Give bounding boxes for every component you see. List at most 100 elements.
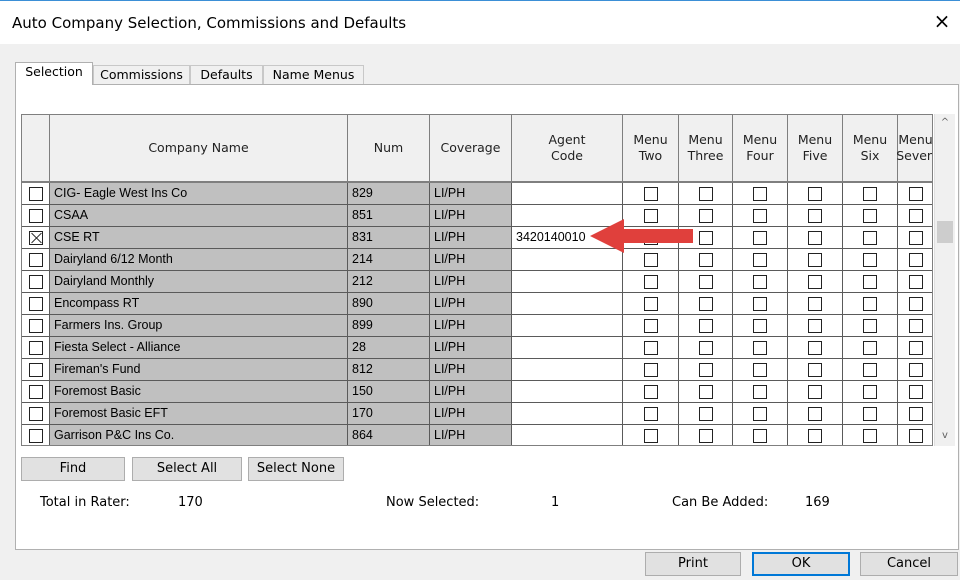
menu-cell[interactable] xyxy=(788,227,843,249)
select-cell[interactable] xyxy=(22,227,50,249)
menu-cell[interactable] xyxy=(898,293,932,315)
menu-cell[interactable] xyxy=(843,381,898,403)
menu-checkbox[interactable] xyxy=(753,429,767,443)
menu-checkbox[interactable] xyxy=(699,341,713,355)
menu-checkbox[interactable] xyxy=(909,297,923,311)
menu-cell[interactable] xyxy=(623,249,679,271)
select-cell[interactable] xyxy=(22,183,50,205)
select-all-button[interactable]: Select All xyxy=(132,457,242,481)
agent-code-cell[interactable] xyxy=(512,403,623,425)
table-row[interactable]: Encompass RT 890 LI/PH xyxy=(22,293,932,315)
menu-cell[interactable] xyxy=(679,359,733,381)
menu-cell[interactable] xyxy=(623,403,679,425)
agent-code-cell[interactable] xyxy=(512,381,623,403)
menu-checkbox[interactable] xyxy=(753,297,767,311)
select-none-button[interactable]: Select None xyxy=(248,457,344,481)
menu-checkbox[interactable] xyxy=(863,187,877,201)
select-checkbox[interactable] xyxy=(29,363,43,377)
cancel-button[interactable]: Cancel xyxy=(860,552,958,576)
menu-cell[interactable] xyxy=(898,381,932,403)
menu-checkbox[interactable] xyxy=(909,253,923,267)
menu-checkbox[interactable] xyxy=(808,231,822,245)
menu-cell[interactable] xyxy=(788,205,843,227)
menu-checkbox[interactable] xyxy=(699,275,713,289)
agent-code-cell[interactable] xyxy=(512,293,623,315)
menu-checkbox[interactable] xyxy=(753,385,767,399)
menu-checkbox[interactable] xyxy=(753,231,767,245)
menu-cell[interactable] xyxy=(788,183,843,205)
select-cell[interactable] xyxy=(22,205,50,227)
select-cell[interactable] xyxy=(22,315,50,337)
menu-checkbox[interactable] xyxy=(863,363,877,377)
menu-cell[interactable] xyxy=(623,227,679,249)
menu-checkbox[interactable] xyxy=(909,187,923,201)
menu-checkbox[interactable] xyxy=(808,319,822,333)
select-checkbox[interactable] xyxy=(29,187,43,201)
table-row[interactable]: CSE RT 831 LI/PH 3420140010 xyxy=(22,227,932,249)
select-cell[interactable] xyxy=(22,359,50,381)
agent-code-cell[interactable]: 3420140010 xyxy=(512,227,623,249)
menu-checkbox[interactable] xyxy=(644,407,658,421)
tab-selection[interactable]: Selection xyxy=(15,62,93,85)
select-checkbox[interactable] xyxy=(29,231,43,245)
tab-commissions[interactable]: Commissions xyxy=(93,65,190,84)
menu-cell[interactable] xyxy=(679,403,733,425)
agent-code-cell[interactable] xyxy=(512,425,623,445)
menu-checkbox[interactable] xyxy=(808,407,822,421)
menu-checkbox[interactable] xyxy=(699,187,713,201)
menu-checkbox[interactable] xyxy=(753,341,767,355)
menu-cell[interactable] xyxy=(788,337,843,359)
menu-cell[interactable] xyxy=(623,359,679,381)
menu-checkbox[interactable] xyxy=(753,187,767,201)
menu-cell[interactable] xyxy=(843,227,898,249)
menu-cell[interactable] xyxy=(733,337,788,359)
menu-cell[interactable] xyxy=(623,293,679,315)
tab-defaults[interactable]: Defaults xyxy=(190,65,263,84)
menu-cell[interactable] xyxy=(733,425,788,445)
menu-checkbox[interactable] xyxy=(909,363,923,377)
menu-cell[interactable] xyxy=(679,293,733,315)
agent-code-cell[interactable] xyxy=(512,359,623,381)
menu-cell[interactable] xyxy=(788,359,843,381)
menu-cell[interactable] xyxy=(843,337,898,359)
menu-cell[interactable] xyxy=(788,381,843,403)
table-row[interactable]: Fiesta Select - Alliance 28 LI/PH xyxy=(22,337,932,359)
menu-checkbox[interactable] xyxy=(644,341,658,355)
menu-checkbox[interactable] xyxy=(644,363,658,377)
menu-checkbox[interactable] xyxy=(863,407,877,421)
agent-code-cell[interactable] xyxy=(512,337,623,359)
menu-checkbox[interactable] xyxy=(808,385,822,399)
menu-cell[interactable] xyxy=(788,249,843,271)
header-menu-four[interactable]: Menu Four xyxy=(733,115,788,183)
header-menu-six[interactable]: Menu Six xyxy=(843,115,898,183)
agent-code-cell[interactable] xyxy=(512,315,623,337)
menu-checkbox[interactable] xyxy=(863,231,877,245)
menu-cell[interactable] xyxy=(898,425,932,445)
menu-checkbox[interactable] xyxy=(753,209,767,223)
menu-cell[interactable] xyxy=(843,249,898,271)
menu-checkbox[interactable] xyxy=(808,297,822,311)
select-cell[interactable] xyxy=(22,249,50,271)
menu-checkbox[interactable] xyxy=(863,319,877,333)
menu-cell[interactable] xyxy=(679,271,733,293)
menu-checkbox[interactable] xyxy=(863,297,877,311)
menu-checkbox[interactable] xyxy=(863,341,877,355)
vertical-scrollbar[interactable]: ^ v xyxy=(934,114,955,446)
menu-checkbox[interactable] xyxy=(909,341,923,355)
menu-checkbox[interactable] xyxy=(909,231,923,245)
header-menu-two[interactable]: Menu Two xyxy=(623,115,679,183)
menu-checkbox[interactable] xyxy=(644,231,658,245)
table-row[interactable]: CSAA 851 LI/PH xyxy=(22,205,932,227)
select-checkbox[interactable] xyxy=(29,253,43,267)
select-cell[interactable] xyxy=(22,381,50,403)
menu-cell[interactable] xyxy=(898,337,932,359)
header-company-name[interactable]: Company Name xyxy=(50,115,348,183)
agent-code-cell[interactable] xyxy=(512,183,623,205)
menu-cell[interactable] xyxy=(733,359,788,381)
menu-checkbox[interactable] xyxy=(699,319,713,333)
menu-checkbox[interactable] xyxy=(863,275,877,289)
menu-cell[interactable] xyxy=(898,205,932,227)
menu-cell[interactable] xyxy=(788,271,843,293)
menu-checkbox[interactable] xyxy=(699,363,713,377)
menu-checkbox[interactable] xyxy=(753,363,767,377)
